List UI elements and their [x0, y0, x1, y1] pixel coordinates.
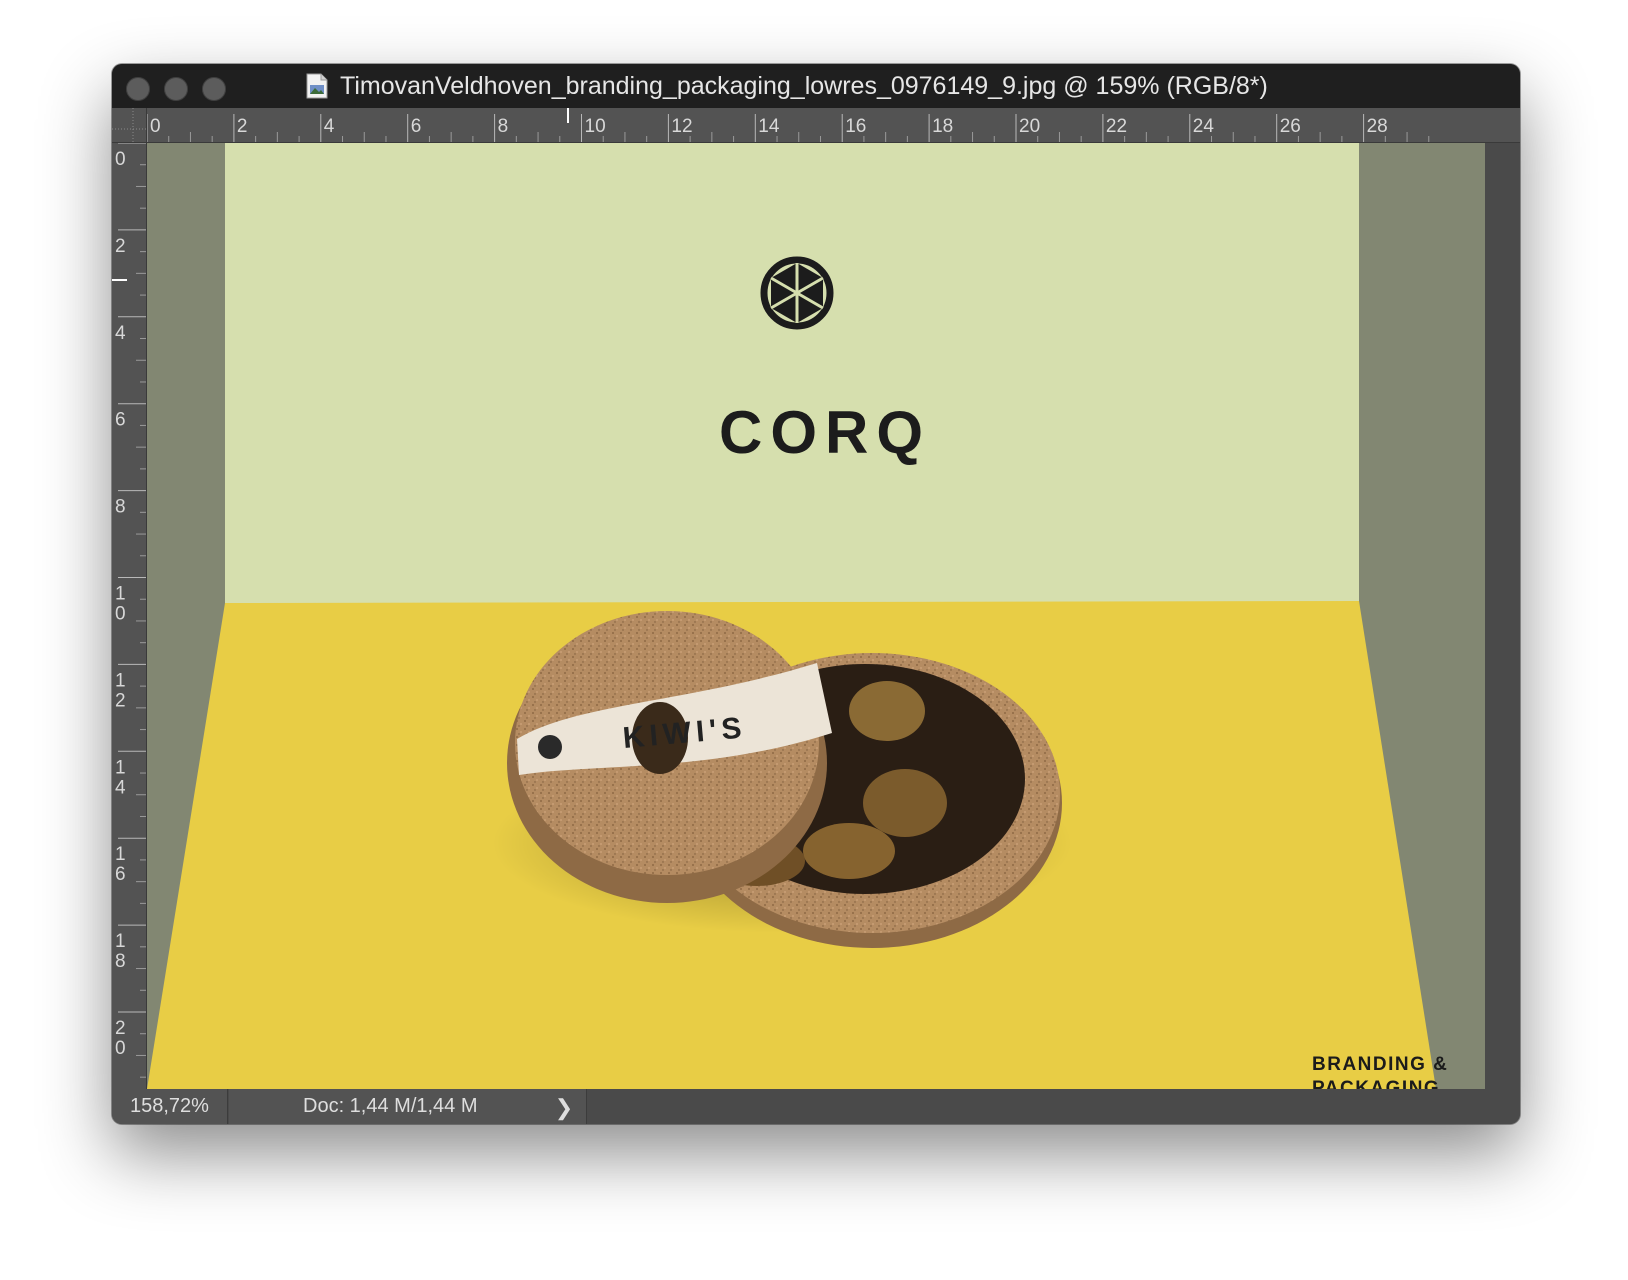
ruler-v-label: 2 [115, 1018, 126, 1039]
document-size-info: Doc: 1,44 M/1,44 M [229, 1089, 587, 1124]
ruler-h-label: 10 [585, 116, 606, 137]
kiwi-fruit [849, 681, 925, 741]
back-wall [225, 143, 1359, 603]
ruler-v-label: 1 [115, 670, 126, 691]
ruler-v-label: 1 [115, 757, 126, 778]
close-button[interactable] [126, 77, 150, 101]
ruler-h-label: 28 [1367, 116, 1388, 137]
ruler-v-label: 0 [115, 604, 126, 625]
jpeg-document-icon [306, 73, 328, 99]
ruler-v-label: 0 [115, 1038, 126, 1059]
corq-hexagon-logo-icon [760, 256, 834, 330]
kiwi-fruit [803, 823, 895, 879]
canvas-gutter [1485, 143, 1520, 1089]
ruler-origin-icon [112, 108, 146, 142]
ruler-v-label: 8 [115, 951, 126, 972]
zoom-button[interactable] [202, 77, 226, 101]
ruler-h-label: 12 [671, 116, 692, 137]
vertical-ruler[interactable]: 02468101214161820 [112, 143, 147, 1089]
minimize-button[interactable] [164, 77, 188, 101]
ruler-h-label: 8 [498, 116, 509, 137]
status-bar: 158,72% Doc: 1,44 M/1,44 M ❯ [112, 1089, 1520, 1124]
zoom-level-field[interactable]: 158,72% [112, 1089, 228, 1124]
ruler-h-label: 16 [845, 116, 866, 137]
ruler-v-label: 2 [115, 690, 126, 711]
ruler-h-label: 18 [932, 116, 953, 137]
tagline-line2: PACKAGING [1312, 1078, 1441, 1089]
ruler-v-label: 6 [115, 410, 126, 431]
ruler-v-label: 1 [115, 584, 126, 605]
ruler-v-label: 8 [115, 497, 126, 518]
ruler-h-label: 6 [411, 116, 422, 137]
kiwi-fruit [863, 769, 947, 837]
ruler-origin[interactable] [112, 108, 147, 143]
ruler-v-label: 4 [115, 777, 126, 798]
title-bar[interactable]: TimovanVeldhoven_branding_packaging_lowr… [112, 64, 1520, 108]
ruler-h-label: 0 [150, 116, 161, 137]
ruler-v-label: 1 [115, 931, 126, 952]
ruler-v-label: 6 [115, 864, 126, 885]
ruler-h-label: 20 [1019, 116, 1040, 137]
branding-tagline: BRANDING & PACKAGING [1312, 1053, 1448, 1089]
ruler-h-label: 14 [758, 116, 780, 137]
photoshop-document-window: TimovanVeldhoven_branding_packaging_lowr… [112, 64, 1520, 1124]
label-logo-icon [538, 735, 562, 759]
document-canvas[interactable]: CORQ KIWI'S BRANDING & PACKAGING [147, 143, 1485, 1089]
ruler-h-label: 22 [1106, 116, 1127, 137]
tagline-line1: BRANDING & [1312, 1054, 1449, 1075]
ruler-h-label: 24 [1193, 116, 1215, 137]
window-title: TimovanVeldhoven_branding_packaging_lowr… [340, 72, 1268, 100]
ruler-v-label: 0 [115, 149, 126, 170]
logo-wordmark: CORQ [719, 399, 931, 466]
artwork-scene [147, 143, 1485, 1089]
horizontal-ruler[interactable]: 0 2 4 6 8 10 12 14 16 18 20 22 24 26 28 [147, 108, 1520, 143]
status-menu-chevron-icon[interactable]: ❯ [552, 1089, 576, 1124]
ruler-h-label: 2 [237, 116, 248, 137]
ruler-h-label: 4 [324, 116, 335, 137]
ruler-h-label: 26 [1280, 116, 1301, 137]
ruler-v-label: 2 [115, 236, 126, 257]
ruler-v-label: 4 [115, 323, 126, 344]
ruler-v-label: 1 [115, 844, 126, 865]
